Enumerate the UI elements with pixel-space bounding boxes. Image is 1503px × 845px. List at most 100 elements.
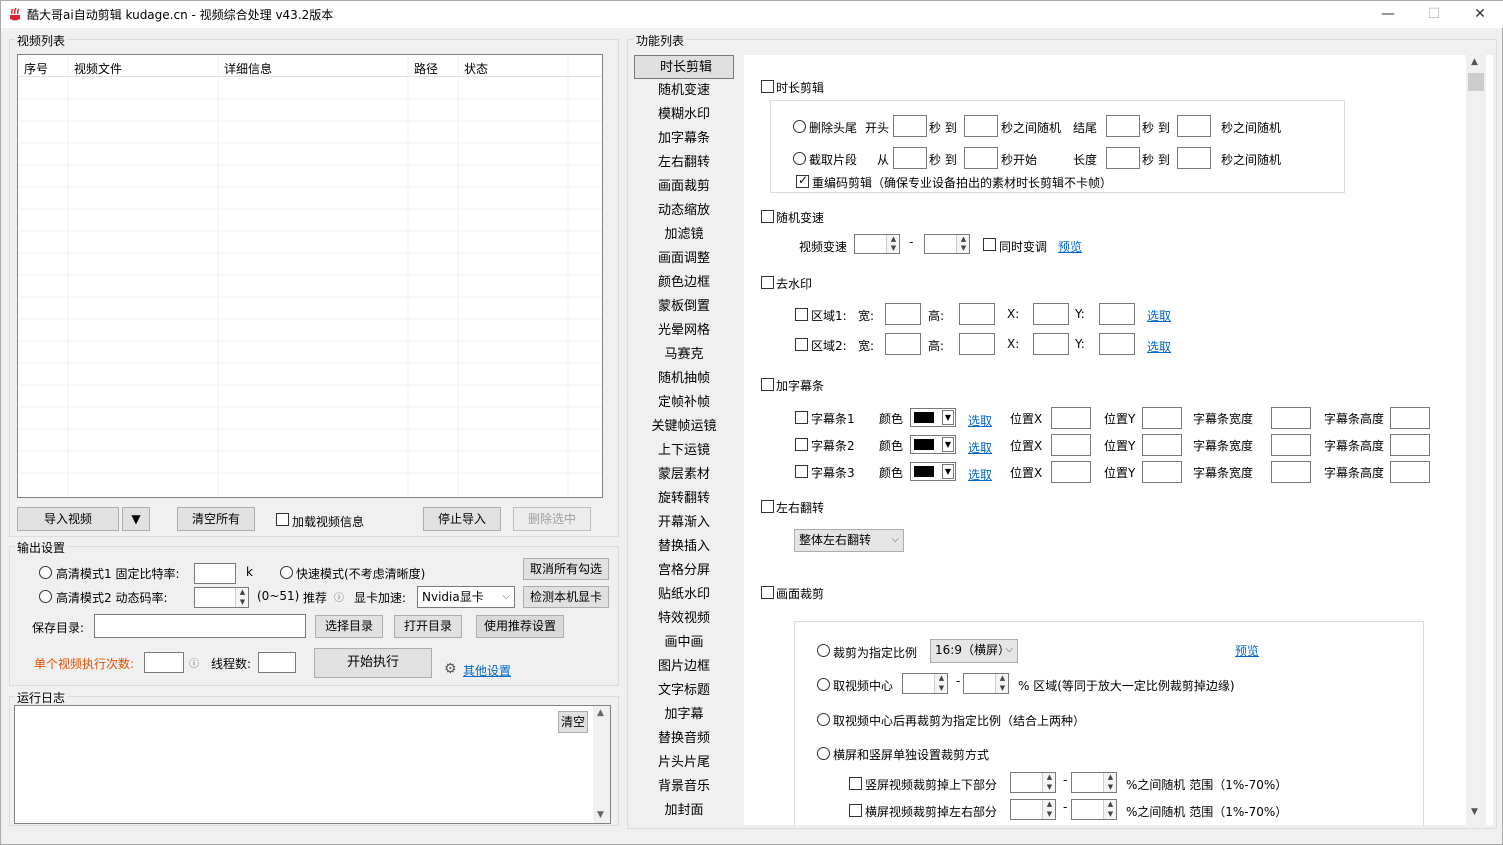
reencode-checkbox[interactable] <box>796 173 809 188</box>
clear-all-button[interactable]: 清空所有 <box>177 507 255 531</box>
tab-zoom[interactable]: 动态缩放 <box>634 199 734 223</box>
crop-center-max-stepper[interactable]: ▲ ▼ <box>963 673 1009 694</box>
region1-y-input[interactable] <box>1099 303 1135 325</box>
help-icon[interactable]: ⓘ <box>189 655 199 670</box>
tab-grid-split[interactable]: 宫格分屏 <box>634 559 734 583</box>
tab-image-border[interactable]: 图片边框 <box>634 655 734 679</box>
tab-effects[interactable]: 特效视频 <box>634 607 734 631</box>
bar2-px-input[interactable] <box>1051 434 1091 456</box>
crop-checkbox[interactable] <box>761 586 774 599</box>
trim-tail-min-input[interactable] <box>1106 115 1140 137</box>
bar2-width-input[interactable] <box>1271 434 1311 456</box>
tab-subtitle[interactable]: 加字幕 <box>634 703 734 727</box>
speed-max-stepper[interactable]: ▲ ▼ <box>924 234 970 254</box>
bar1-height-input[interactable] <box>1390 407 1430 429</box>
tab-halo-grid[interactable]: 光晕网格 <box>634 319 734 343</box>
crop-orientation-radio[interactable] <box>817 747 830 760</box>
other-settings-link[interactable]: 其他设置 <box>463 662 511 679</box>
crop-ratio-select[interactable]: 16:9（横屏） ⌵ <box>930 639 1018 663</box>
help-icon[interactable]: ⓘ <box>334 589 344 604</box>
crop-center-ratio-radio[interactable] <box>817 713 830 726</box>
bar1-py-input[interactable] <box>1142 407 1182 429</box>
hd-mode2-radio[interactable] <box>39 590 52 603</box>
minimize-button[interactable]: — <box>1365 3 1411 25</box>
bar3-px-input[interactable] <box>1051 461 1091 483</box>
crop-center-radio[interactable] <box>817 678 830 691</box>
bar2-py-input[interactable] <box>1142 434 1182 456</box>
maximize-button[interactable]: ☐ <box>1411 3 1457 25</box>
sync-pitch-checkbox[interactable] <box>983 238 996 251</box>
bar2-height-input[interactable] <box>1390 434 1430 456</box>
segment-start-min-input[interactable] <box>893 147 927 169</box>
tab-filter[interactable]: 加滤镜 <box>634 223 734 247</box>
crop-landscape-max-stepper[interactable]: ▲ ▼ <box>1071 799 1117 820</box>
gear-icon[interactable]: ⚙ <box>444 661 457 677</box>
tab-freeze-frame[interactable]: 定帧补帧 <box>634 391 734 415</box>
tab-pip[interactable]: 画中画 <box>634 631 734 655</box>
open-dir-button[interactable]: 打开目录 <box>394 615 462 638</box>
crop-center-min-stepper[interactable]: ▲ ▼ <box>902 673 948 694</box>
video-table[interactable]: 序号 视频文件 详细信息 路径 状态 <box>17 54 603 498</box>
choose-dir-button[interactable]: 选择目录 <box>315 615 383 638</box>
crop-portrait-checkbox[interactable] <box>849 777 862 790</box>
speed-checkbox[interactable] <box>761 210 774 223</box>
tab-vertical-pan[interactable]: 上下运镜 <box>634 439 734 463</box>
trim-segment-radio[interactable] <box>793 152 806 165</box>
bar1-checkbox[interactable] <box>795 411 808 424</box>
crop-preview-link[interactable]: 预览 <box>1235 642 1259 659</box>
region2-y-input[interactable] <box>1099 333 1135 355</box>
region2-pick-link[interactable]: 选取 <box>1147 338 1171 355</box>
segment-start-max-input[interactable] <box>964 147 998 169</box>
bar1-width-input[interactable] <box>1271 407 1311 429</box>
region2-x-input[interactable] <box>1033 333 1069 355</box>
tab-flip[interactable]: 左右翻转 <box>634 151 734 175</box>
region1-w-input[interactable] <box>885 303 921 325</box>
scroll-down-icon[interactable]: ▼ <box>597 810 604 820</box>
tab-keyframe[interactable]: 关键帧运镜 <box>634 415 734 439</box>
bar1-pick-link[interactable]: 选取 <box>968 412 992 429</box>
bar2-pick-link[interactable]: 选取 <box>968 439 992 456</box>
content-scrollbar[interactable]: ▲ ▼ <box>1466 55 1486 825</box>
region2-checkbox[interactable] <box>795 338 808 351</box>
crop-portrait-min-stepper[interactable]: ▲ ▼ <box>1010 772 1056 793</box>
tab-fade-in[interactable]: 开幕渐入 <box>634 511 734 535</box>
fast-mode-radio[interactable] <box>280 566 293 579</box>
start-button[interactable]: 开始执行 <box>314 648 432 678</box>
bar3-py-input[interactable] <box>1142 461 1182 483</box>
speed-min-stepper[interactable]: ▲ ▼ <box>854 234 900 254</box>
clear-log-button[interactable]: 清空 <box>558 711 588 733</box>
tab-crop[interactable]: 画面裁剪 <box>634 175 734 199</box>
tab-adjust[interactable]: 画面调整 <box>634 247 734 271</box>
speed-preview-link[interactable]: 预览 <box>1058 238 1082 255</box>
tab-color-border[interactable]: 颜色边框 <box>634 271 734 295</box>
save-dir-input[interactable] <box>94 614 306 638</box>
bar2-color-picker[interactable]: ▼ <box>910 435 956 454</box>
tab-blur-watermark[interactable]: 模糊水印 <box>634 103 734 127</box>
trim-head-min-input[interactable] <box>893 115 927 137</box>
segment-len-max-input[interactable] <box>1177 147 1211 169</box>
scroll-up-icon[interactable]: ▲ <box>1471 57 1478 67</box>
import-dropdown-button[interactable]: ▼ <box>122 507 150 531</box>
import-video-button[interactable]: 导入视频 <box>17 507 119 531</box>
flip-checkbox[interactable] <box>761 500 774 513</box>
trim-head-max-input[interactable] <box>964 115 998 137</box>
bar2-checkbox[interactable] <box>795 438 808 451</box>
tab-drop-frame[interactable]: 随机抽帧 <box>634 367 734 391</box>
trim-checkbox[interactable] <box>761 80 774 93</box>
bar1-color-picker[interactable]: ▼ <box>910 408 956 427</box>
region1-checkbox[interactable] <box>795 308 808 321</box>
bar1-px-input[interactable] <box>1051 407 1091 429</box>
tab-bgm[interactable]: 背景音乐 <box>634 775 734 799</box>
tab-random-speed[interactable]: 随机变速 <box>634 79 734 103</box>
tab-mosaic[interactable]: 马赛克 <box>634 343 734 367</box>
exec-count-input[interactable] <box>144 652 184 673</box>
region1-h-input[interactable] <box>959 303 995 325</box>
segment-len-min-input[interactable] <box>1106 147 1140 169</box>
crop-ratio-radio[interactable] <box>817 644 830 657</box>
hd-mode1-radio[interactable] <box>39 566 52 579</box>
uncheck-all-button[interactable]: 取消所有勾选 <box>523 558 609 580</box>
region2-w-input[interactable] <box>885 333 921 355</box>
load-info-checkbox[interactable] <box>276 513 289 526</box>
threads-input[interactable] <box>258 652 296 673</box>
close-button[interactable]: ✕ <box>1457 3 1503 25</box>
